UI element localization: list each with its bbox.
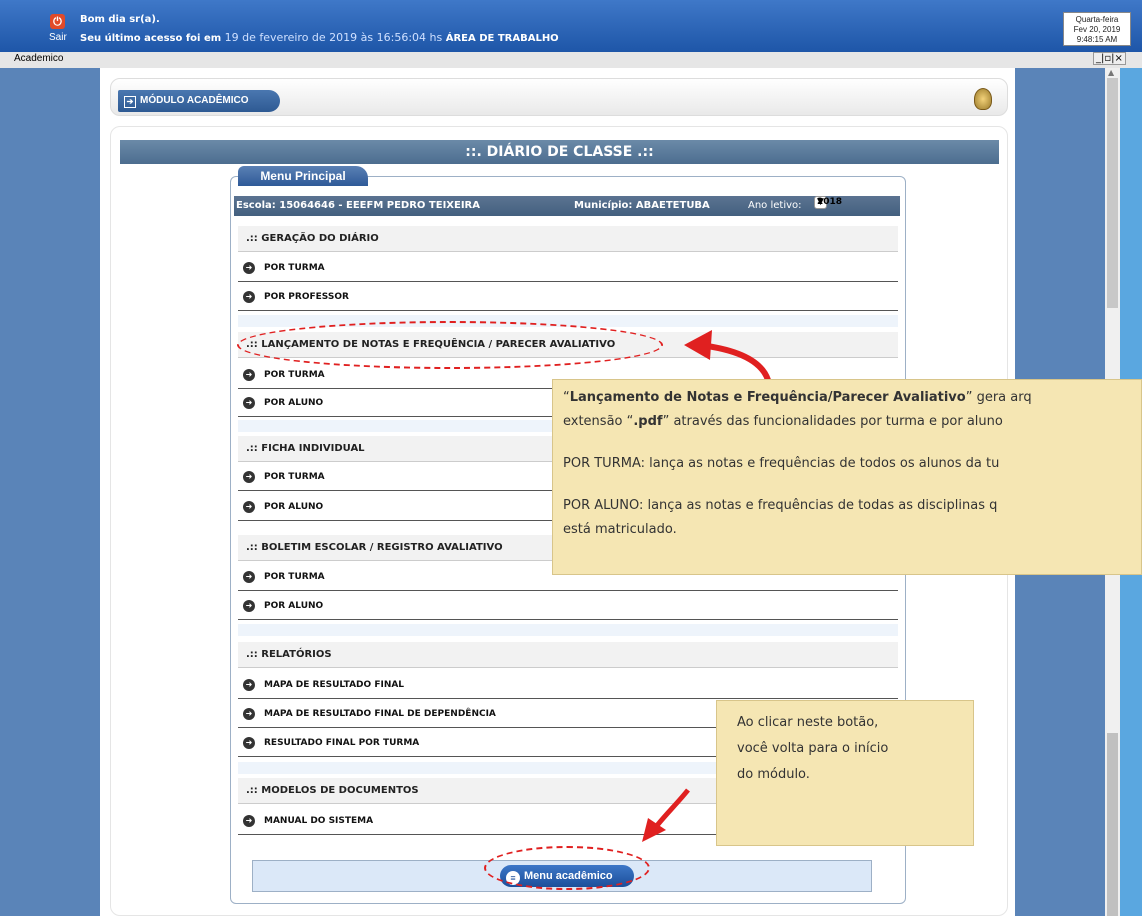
- callout1-pdf: .pdf: [633, 414, 663, 429]
- callout-lancamento: “Lançamento de Notas e Frequência/Parece…: [552, 379, 1142, 575]
- callout1-line5: está matriculado.: [563, 522, 677, 537]
- callout1-line3: POR TURMA: lança as notas e frequências …: [563, 456, 1000, 471]
- callout1-bold: Lançamento de Notas e Frequência/Parecer…: [569, 390, 966, 405]
- callout2-line2: você volta para o início: [737, 741, 889, 756]
- callout1-line2-a: extensão “: [563, 414, 634, 429]
- callout1-line2-rest: ” através das funcionalidades por turma …: [662, 414, 1003, 429]
- annotation-arrow-1-head: [684, 330, 712, 360]
- callout1-line2: extensão “.pdf” através das funcionalida…: [563, 414, 1003, 429]
- callout1-line4: POR ALUNO: lança as notas e frequências …: [563, 498, 998, 513]
- callout1-line1: “Lançamento de Notas e Frequência/Parece…: [563, 390, 1032, 405]
- callout-menu-button: Ao clicar neste botão, você volta para o…: [716, 700, 974, 846]
- callout1-rest: ” gera arq: [965, 390, 1032, 405]
- callout2-line1: Ao clicar neste botão,: [737, 715, 879, 730]
- callout1-quote: “: [563, 390, 570, 405]
- callout2-line3: do módulo.: [737, 767, 810, 782]
